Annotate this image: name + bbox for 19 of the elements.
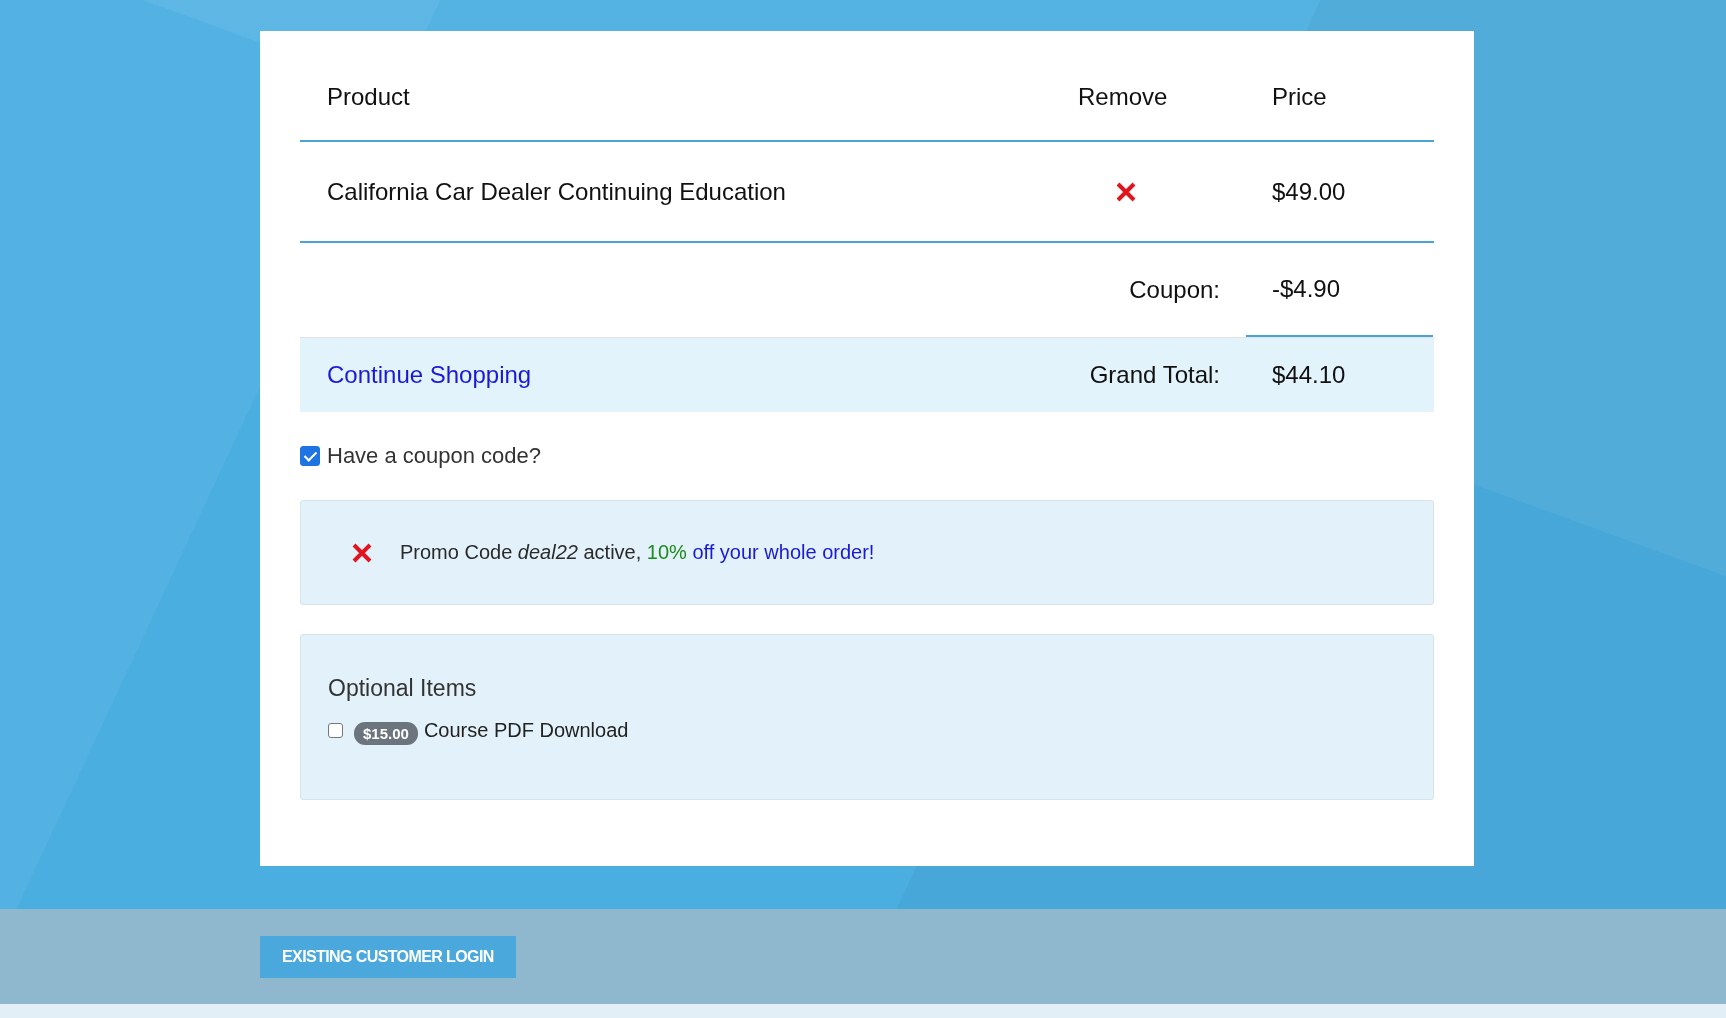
price-badge: $15.00 (354, 722, 418, 745)
section-title: Optional Items (328, 675, 477, 702)
table-cell: Grand Total: (1089, 361, 1220, 389)
checkbox[interactable] (328, 723, 343, 738)
table-cell: $49.00 (1272, 177, 1346, 206)
table-cell: California Car Dealer Continuing Education (327, 177, 786, 206)
column-header: Remove (1078, 82, 1168, 111)
checkbox-label: Course PDF Download (423, 719, 629, 742)
checkbox[interactable] (300, 446, 320, 466)
close-icon[interactable] (1116, 181, 1136, 202)
column-header: Price (1272, 82, 1327, 111)
table-cell: -$4.90 (1272, 275, 1341, 303)
promo-message: Promo Code deal22 active, 10% off your whole order! (400, 541, 875, 564)
checkbox-label: Have a coupon code? (327, 443, 542, 469)
continue-shopping-link[interactable]: Continue Shopping (327, 361, 532, 389)
table-cell: Coupon: (1129, 276, 1220, 304)
column-header: Product (327, 82, 410, 111)
table-cell: $44.10 (1272, 361, 1346, 389)
close-icon[interactable] (352, 542, 372, 563)
